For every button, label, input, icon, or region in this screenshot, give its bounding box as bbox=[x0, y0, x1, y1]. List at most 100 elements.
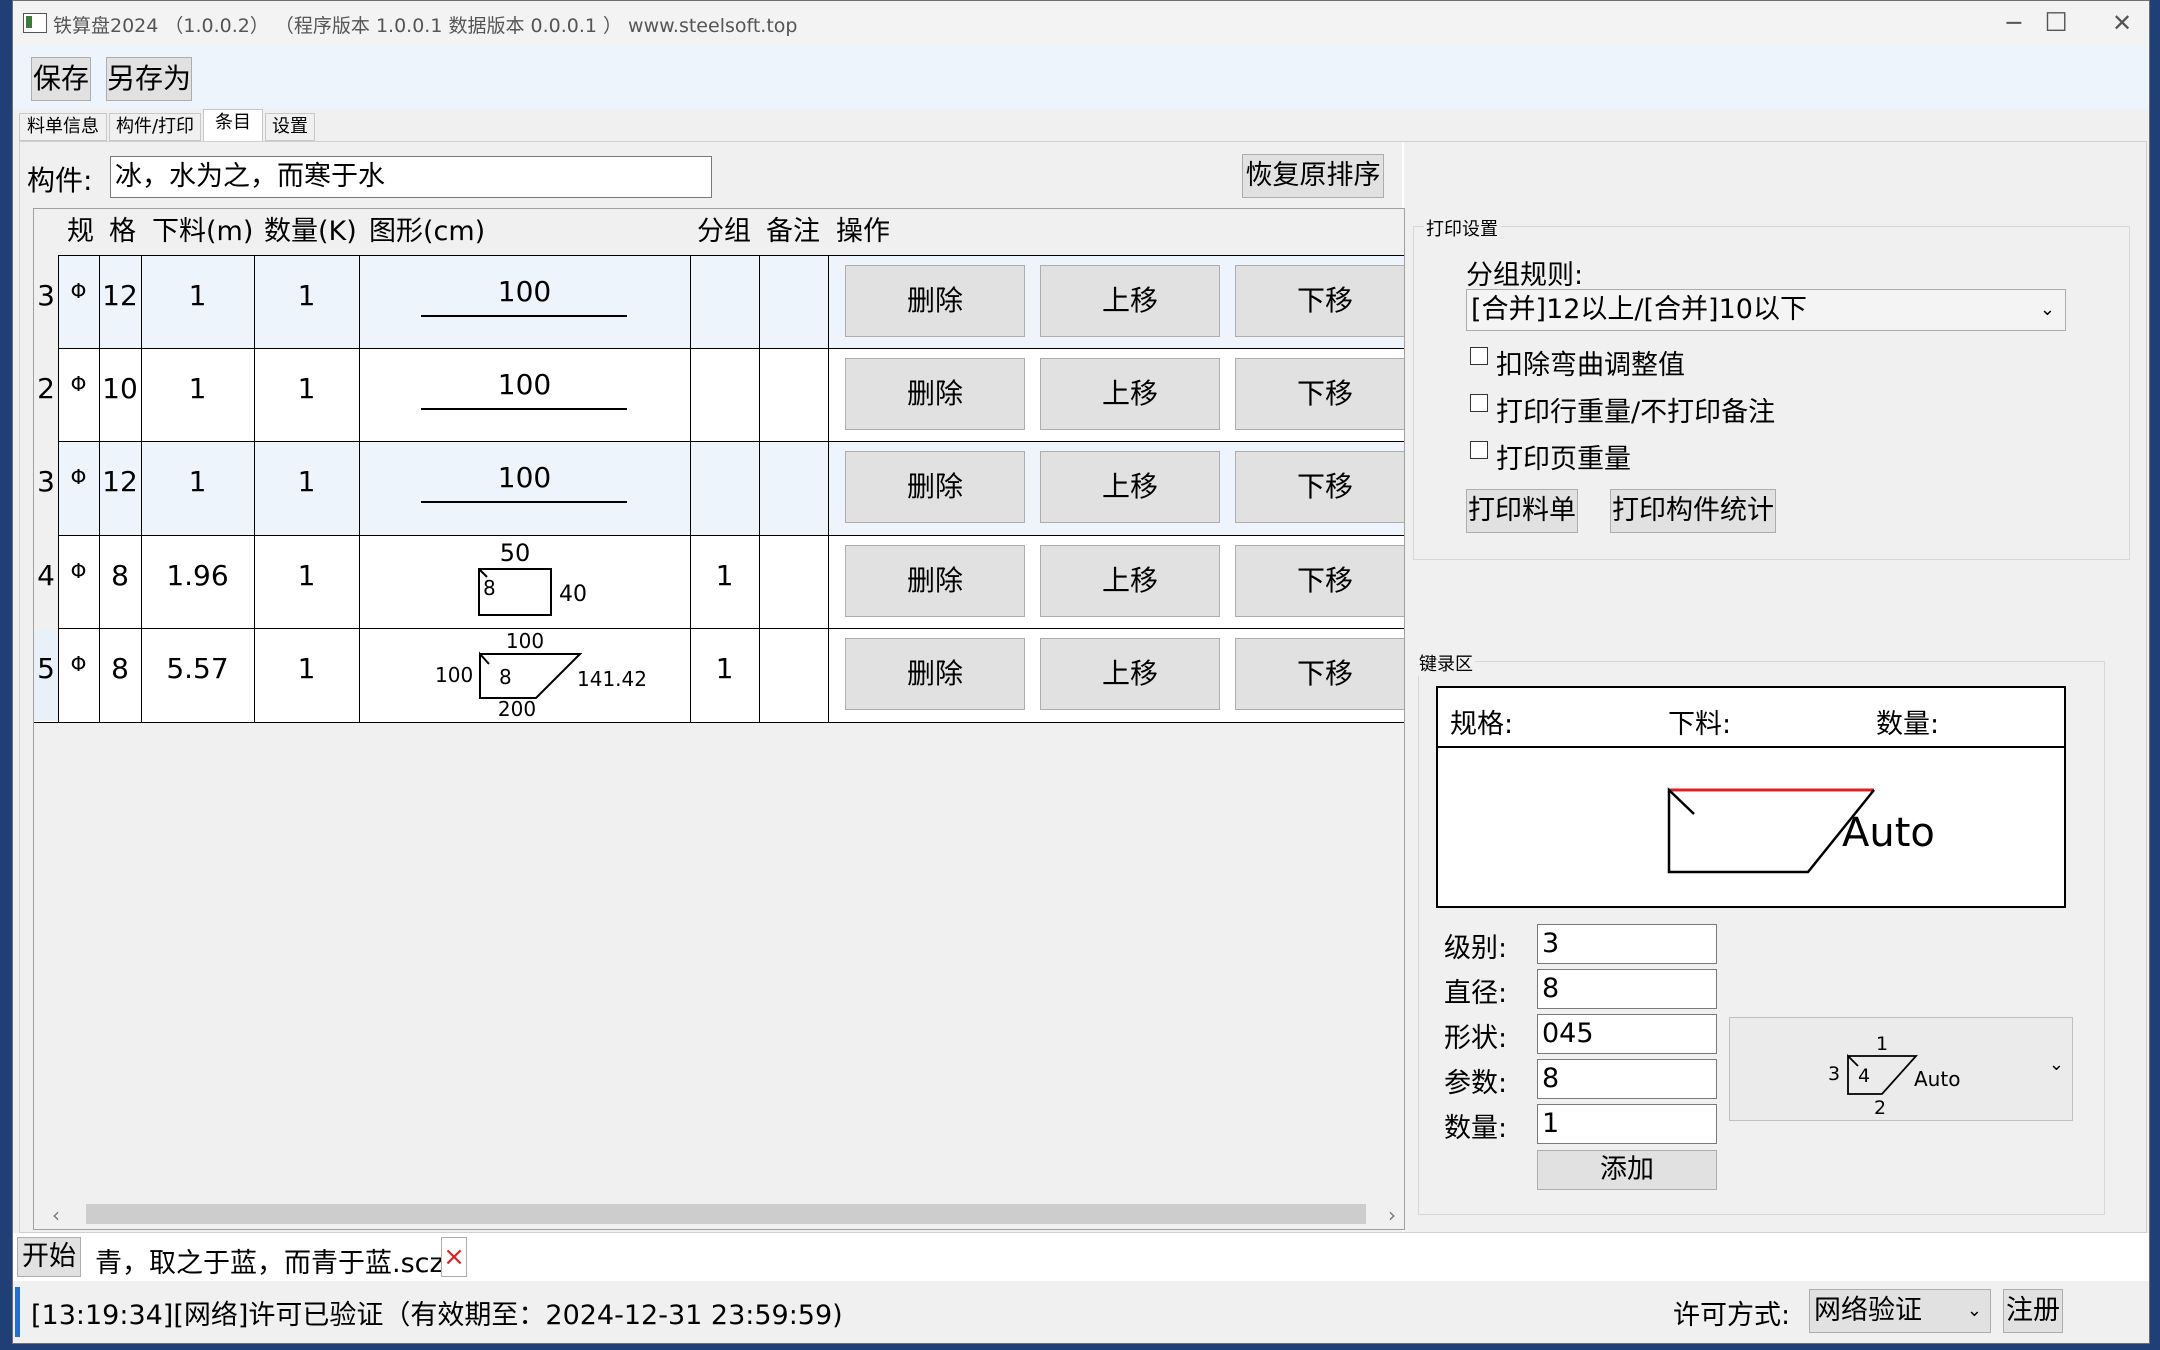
shape-diameter: 8 bbox=[483, 576, 496, 600]
preview-shape-label: Auto bbox=[1842, 810, 1935, 856]
tab-items[interactable]: 条目 bbox=[203, 109, 263, 143]
maximize-button[interactable]: ☐ bbox=[2029, 5, 2083, 41]
entry-group: 键录区 规格: 下料: 数量: Auto 级别: 3 直径: 8 形状: 045… bbox=[1417, 650, 2105, 1215]
shape-dimension: 141.42 bbox=[577, 667, 647, 691]
restore-order-button[interactable]: 恢复原排序 bbox=[1242, 154, 1384, 198]
diameter-input[interactable]: 8 bbox=[1537, 969, 1717, 1009]
print-stats-button[interactable]: 打印构件统计 bbox=[1610, 489, 1776, 533]
tab-material-info[interactable]: 料单信息 bbox=[19, 113, 107, 141]
move-up-button[interactable]: 上移 bbox=[1040, 265, 1220, 337]
row-grade: 5 bbox=[37, 652, 55, 685]
move-down-button[interactable]: 下移 bbox=[1235, 451, 1404, 523]
shape-diameter: 8 bbox=[499, 665, 512, 689]
picker-diameter: 4 bbox=[1858, 1065, 1870, 1087]
delete-button[interactable]: 删除 bbox=[845, 451, 1025, 523]
row-qty: 1 bbox=[297, 652, 316, 685]
header-shape[interactable]: 图形(cm) bbox=[369, 209, 485, 255]
toolbar: 保存 另存为 bbox=[13, 45, 2149, 109]
start-tab[interactable]: 开始 bbox=[17, 1237, 81, 1277]
register-button[interactable]: 注册 bbox=[2003, 1289, 2063, 1333]
shape-dimension: 100 bbox=[435, 663, 473, 687]
move-down-button[interactable]: 下移 bbox=[1235, 638, 1404, 710]
shape-dimension: 50 bbox=[500, 539, 531, 567]
print-list-button[interactable]: 打印料单 bbox=[1466, 489, 1578, 533]
print-settings-group: 打印设置 分组规则: [合并]12以上/[合并]10以下 ⌄ 扣除弯曲调整值 打… bbox=[1413, 215, 2130, 560]
add-button[interactable]: 添加 bbox=[1537, 1150, 1717, 1190]
app-window: 铁算盘2024 （1.0.0.2） （程序版本 1.0.0.1 数据版本 0.0… bbox=[12, 0, 2150, 1344]
file-tab[interactable]: 青，取之于蓝，而青于蓝.scz bbox=[95, 1241, 444, 1280]
move-up-button[interactable]: 上移 bbox=[1040, 358, 1220, 430]
picker-dimension: 2 bbox=[1874, 1097, 1886, 1119]
preview-spec-label: 规格: bbox=[1450, 709, 1514, 740]
header-actions[interactable]: 操作 bbox=[836, 209, 890, 255]
tab-settings[interactable]: 设置 bbox=[265, 113, 315, 141]
move-up-button[interactable]: 上移 bbox=[1040, 545, 1220, 617]
horizontal-scrollbar[interactable]: ‹ › bbox=[34, 1199, 1404, 1229]
window-title: 铁算盘2024 （1.0.0.2） （程序版本 1.0.0.1 数据版本 0.0… bbox=[53, 15, 798, 37]
shape-dimension: 100 bbox=[497, 368, 552, 401]
move-up-button[interactable]: 上移 bbox=[1040, 451, 1220, 523]
save-button[interactable]: 保存 bbox=[31, 57, 91, 101]
chevron-down-icon: ⌄ bbox=[2048, 1054, 2064, 1075]
group-rule-label: 分组规则: bbox=[1466, 260, 1584, 291]
row-qty: 1 bbox=[297, 559, 316, 592]
move-down-button[interactable]: 下移 bbox=[1235, 265, 1404, 337]
delete-button[interactable]: 删除 bbox=[845, 545, 1025, 617]
params-input[interactable]: 8 bbox=[1537, 1059, 1717, 1099]
preview-length-label: 下料: bbox=[1668, 709, 1732, 740]
header-length[interactable]: 下料(m) bbox=[152, 209, 253, 255]
quantity-input[interactable]: 1 bbox=[1537, 1104, 1717, 1144]
row-diameter: 12 bbox=[102, 279, 138, 312]
component-input[interactable]: 冰，水为之，而寒于水 bbox=[110, 156, 712, 198]
license-mode-select[interactable]: 网络验证 ⌄ bbox=[1809, 1289, 1991, 1333]
deduct-bend-checkbox[interactable] bbox=[1470, 347, 1488, 365]
scroll-right-icon[interactable]: › bbox=[1388, 1203, 1396, 1227]
rebar-symbol: Φ bbox=[70, 652, 87, 676]
tab-component-print[interactable]: 构件/打印 bbox=[109, 113, 201, 141]
move-up-button[interactable]: 上移 bbox=[1040, 638, 1220, 710]
row-length: 1.96 bbox=[166, 559, 229, 592]
group-rule-select[interactable]: [合并]12以上/[合并]10以下 ⌄ bbox=[1466, 289, 2066, 331]
row-length: 1 bbox=[188, 372, 207, 405]
row-length: 1 bbox=[188, 465, 207, 498]
row-grade: 3 bbox=[37, 279, 55, 312]
delete-button[interactable]: 删除 bbox=[845, 638, 1025, 710]
header-spec[interactable]: 格 bbox=[109, 209, 136, 255]
shape-dimension: 40 bbox=[559, 582, 587, 607]
shape-code-input[interactable]: 045 bbox=[1537, 1014, 1717, 1054]
entry-title: 键录区 bbox=[1417, 650, 1475, 676]
scrollbar-thumb[interactable] bbox=[86, 1204, 1366, 1224]
header-group[interactable]: 分组 bbox=[697, 209, 751, 255]
row-grade: 2 bbox=[37, 372, 55, 405]
shape-line bbox=[421, 315, 627, 317]
status-bar: [13:19:34][网络]许可已验证（有效期至：2024-12-31 23:5… bbox=[13, 1283, 2149, 1343]
shape-picker-dropdown[interactable]: 1 3 4 Auto 2 ⌄ bbox=[1729, 1017, 2073, 1121]
close-button[interactable]: ✕ bbox=[2095, 5, 2149, 41]
print-page-weight-label: 打印页重量 bbox=[1496, 444, 1631, 475]
row-length: 1 bbox=[188, 279, 207, 312]
picker-shape-icon: 1 3 4 Auto 2 bbox=[1828, 1033, 1960, 1119]
row-group: 1 bbox=[715, 559, 734, 592]
shape-dimension: 100 bbox=[506, 629, 544, 653]
stirrup-shape-icon: 50 8 40 bbox=[478, 539, 587, 616]
row-diameter: 8 bbox=[111, 559, 129, 592]
header-qty[interactable]: 数量(K) bbox=[264, 209, 357, 255]
shape-dimension: 100 bbox=[497, 461, 552, 494]
row-diameter: 12 bbox=[102, 465, 138, 498]
scroll-left-icon[interactable]: ‹ bbox=[52, 1203, 60, 1227]
header-note[interactable]: 备注 bbox=[766, 209, 820, 255]
print-page-weight-checkbox[interactable] bbox=[1470, 441, 1488, 459]
picker-dimension: 1 bbox=[1876, 1033, 1888, 1055]
save-as-button[interactable]: 另存为 bbox=[106, 57, 192, 101]
shape-preview: 规格: 下料: 数量: Auto bbox=[1436, 686, 2066, 908]
delete-button[interactable]: 删除 bbox=[845, 265, 1025, 337]
status-message: [13:19:34][网络]许可已验证（有效期至：2024-12-31 23:5… bbox=[31, 1300, 843, 1331]
delete-button[interactable]: 删除 bbox=[845, 358, 1025, 430]
close-tab-icon[interactable]: × bbox=[441, 1237, 467, 1277]
move-down-button[interactable]: 下移 bbox=[1235, 545, 1404, 617]
grade-input[interactable]: 3 bbox=[1537, 924, 1717, 964]
print-row-weight-checkbox[interactable] bbox=[1470, 394, 1488, 412]
row-qty: 1 bbox=[297, 372, 316, 405]
header-grade[interactable]: 规 bbox=[67, 209, 94, 255]
move-down-button[interactable]: 下移 bbox=[1235, 358, 1404, 430]
